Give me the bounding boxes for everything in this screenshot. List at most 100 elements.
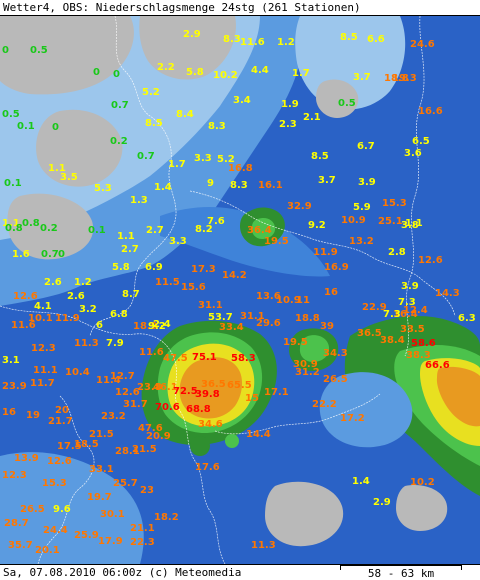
station-value-label: 6.9 bbox=[145, 262, 163, 273]
station-value-label: 1.9 bbox=[281, 99, 299, 110]
station-value-label: 18.2 bbox=[154, 512, 179, 523]
station-value-label: 3.2 bbox=[79, 304, 97, 315]
station-value-label: 33.5 bbox=[400, 324, 425, 335]
station-value-label: 2.6 bbox=[44, 277, 62, 288]
station-value-label: 4.1 bbox=[34, 301, 52, 312]
station-value-label: 5.2 bbox=[142, 87, 160, 98]
station-value-label: 10.4 bbox=[65, 367, 90, 378]
station-value-label: 7.3 bbox=[383, 309, 401, 320]
station-value-label: 0.7 bbox=[111, 100, 129, 111]
station-value-label: 3.9 bbox=[401, 281, 419, 292]
station-value-label: 12.6 bbox=[47, 456, 72, 467]
station-value-label: 5.9 bbox=[353, 202, 371, 213]
station-value-label: 12.6 bbox=[418, 255, 443, 266]
station-value-label: 0 bbox=[113, 69, 120, 80]
precipitation-map[interactable]: 0.5 0 2.9 8.3 11.6 1.2 8.5 6.6 24.6 2.2 5.8 10.2 4.4… bbox=[0, 16, 480, 564]
station-value-label: 16.9 bbox=[324, 262, 349, 273]
station-value-label: 16.8 bbox=[228, 163, 253, 174]
station-value-label: 15.3 bbox=[42, 478, 67, 489]
station-value-label: 2.7 bbox=[146, 225, 164, 236]
station-value-label: 10.2 bbox=[213, 70, 238, 81]
station-value-label: 0 bbox=[52, 122, 59, 133]
station-value-label: 47.5 bbox=[163, 353, 188, 364]
station-value-label: 65.5 bbox=[227, 380, 252, 391]
station-value-label: 16 bbox=[324, 287, 338, 298]
precip-cell-lightgreen-s bbox=[225, 434, 239, 448]
station-value-label: 8.4 bbox=[176, 109, 194, 120]
station-value-label: 66.6 bbox=[425, 360, 450, 371]
station-value-label: 1.1 bbox=[117, 231, 135, 242]
station-value-label: 6.5 bbox=[412, 136, 430, 147]
station-value-label: 2.3 bbox=[279, 119, 297, 130]
station-value-label: 3.5 bbox=[60, 172, 78, 183]
station-value-label: 0.7 bbox=[137, 151, 155, 162]
station-value-label: 23 bbox=[140, 485, 154, 496]
station-value-label: 9.2 bbox=[148, 321, 166, 332]
station-value-label: 39.8 bbox=[195, 389, 220, 400]
station-value-label: 8.2 bbox=[195, 224, 213, 235]
map-title: Wetter4, OBS: Niederschlagsmenge 24stg (… bbox=[3, 1, 361, 14]
station-value-label: 3.3 bbox=[169, 236, 187, 247]
station-value-label: 12.3 bbox=[31, 343, 56, 354]
station-value-label: 3.3 bbox=[194, 153, 212, 164]
station-value-label: 10.2 bbox=[410, 477, 435, 488]
station-value-label: 9.2 bbox=[308, 220, 326, 231]
station-value-label: 11.3 bbox=[74, 338, 99, 349]
station-value-label: 0.8 bbox=[5, 223, 23, 234]
station-value-label: 70.6 bbox=[155, 402, 180, 413]
station-value-label: 31.2 bbox=[295, 367, 320, 378]
station-value-label: 8.7 bbox=[122, 289, 140, 300]
station-value-label: 3.7 bbox=[318, 175, 336, 186]
station-value-label: 16.1 bbox=[258, 180, 283, 191]
station-value-label: 23.2 bbox=[101, 411, 126, 422]
station-value-label: 2.2 bbox=[157, 62, 175, 73]
station-value-label: 9.6 bbox=[53, 504, 71, 515]
station-value-label: 11.7 bbox=[30, 378, 55, 389]
station-value-label: 8.3 bbox=[223, 34, 241, 45]
station-value-label: 38.4 bbox=[380, 335, 405, 346]
footer-bar: Sa, 07.08.2010 06:00z (c) Meteomedia 58 … bbox=[0, 564, 480, 580]
station-value-label: 6 bbox=[96, 320, 103, 331]
station-value-label: 1.7 bbox=[292, 68, 310, 79]
station-value-label: 0.1 bbox=[88, 225, 106, 236]
station-value-label: 12.6 bbox=[115, 387, 140, 398]
station-value-label: 11.1 bbox=[33, 365, 58, 376]
station-value-label: 0.7 bbox=[41, 249, 59, 260]
station-value-label: 19.3 bbox=[392, 73, 417, 84]
station-value-label: 3.8 bbox=[401, 220, 419, 231]
station-value-label: 11.6 bbox=[240, 37, 265, 48]
station-value-label: 21.5 bbox=[132, 444, 157, 455]
station-value-label: 1.4 bbox=[352, 476, 370, 487]
station-value-label: 3.7 bbox=[353, 72, 371, 83]
station-value-label: 25.1 bbox=[378, 216, 403, 227]
station-value-label: 72.5 bbox=[173, 386, 198, 397]
station-value-label: 1.3 bbox=[130, 195, 148, 206]
station-value-label: 5.8 bbox=[186, 67, 204, 78]
station-value-label: 20.9 bbox=[146, 431, 171, 442]
station-value-label: 8.3 bbox=[230, 180, 248, 191]
station-value-label: 19.5 bbox=[264, 236, 289, 247]
station-value-label: 25.9 bbox=[74, 530, 99, 541]
station-value-label: 18.5 bbox=[74, 439, 99, 450]
station-value-label: 0 bbox=[58, 249, 65, 260]
station-value-label: 34.3 bbox=[323, 348, 348, 359]
title-bar: Wetter4, OBS: Niederschlagsmenge 24stg (… bbox=[0, 0, 480, 16]
station-value-label: 0.8 bbox=[22, 218, 40, 229]
station-value-label: 1.2 bbox=[74, 277, 92, 288]
station-value-label: 28.7 bbox=[4, 518, 29, 529]
station-value-label: 9 bbox=[207, 178, 214, 189]
station-value-label: 12.4 bbox=[403, 305, 428, 316]
station-value-label: 17.2 bbox=[340, 413, 365, 424]
station-value-label: 34.6 bbox=[198, 419, 223, 430]
station-value-label: 2.1 bbox=[303, 112, 321, 123]
station-value-label: 58.6 bbox=[411, 338, 436, 349]
station-value-label: 3.9 bbox=[358, 177, 376, 188]
station-value-label: 12.7 bbox=[110, 371, 135, 382]
station-value-label: 15 bbox=[245, 393, 259, 404]
scale-label: 58 - 63 km bbox=[367, 567, 435, 580]
station-value-label: 8.5 bbox=[145, 118, 163, 129]
station-value-label: 0.1 bbox=[4, 178, 22, 189]
station-value-label: 1.4 bbox=[154, 182, 172, 193]
scale-bar: 58 - 63 km bbox=[330, 565, 472, 580]
station-value-label: 12.3 bbox=[2, 470, 27, 481]
